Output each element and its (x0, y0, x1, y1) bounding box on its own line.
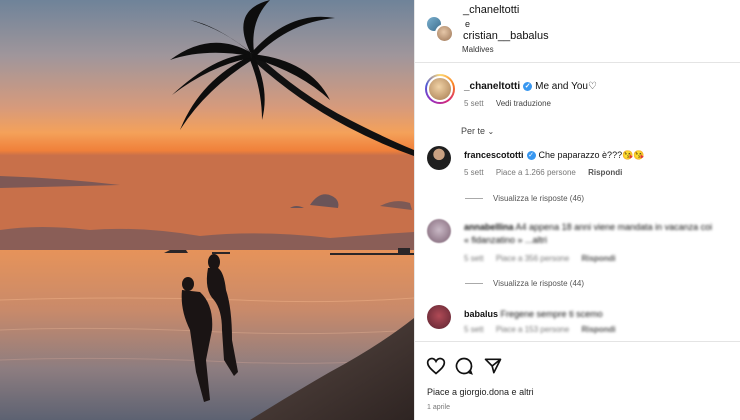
view-replies-button[interactable]: Visualizza le risposte (46) (465, 194, 584, 203)
comment-sort-dropdown[interactable]: Per te ⌄ (461, 126, 494, 136)
view-replies-button[interactable]: Visualizza le risposte (44) (465, 279, 584, 288)
comment-3-meta: 5 sett Piace a 153 persone Rispondi (464, 325, 626, 334)
verified-badge-icon: ✓ (523, 81, 533, 91)
heart-icon[interactable] (426, 356, 446, 376)
post-header: _chaneltotti e cristian__babalus Maldive… (415, 0, 740, 63)
comment-text: Fregene sempre ti scemo (500, 309, 603, 319)
comment-3: babalus Fregene sempre ti scemo (464, 309, 603, 319)
caption-username[interactable]: _chaneltotti (464, 81, 520, 92)
reply-button[interactable]: Rispondi (581, 254, 615, 263)
caption-text: Me and You♡ (535, 81, 597, 92)
comment-likes-link[interactable]: Piace a 1.266 persone (496, 168, 576, 177)
caption-avatar[interactable] (425, 74, 455, 104)
reply-button[interactable]: Rispondi (588, 168, 622, 177)
comment-2-meta: 5 sett Piace a 356 persone Rispondi (464, 254, 626, 263)
action-bar: Piace a giorgio.dona e altri 1 aprile (415, 341, 740, 420)
post-photo[interactable] (0, 0, 414, 420)
caption: _chaneltotti ✓ Me and You♡ (464, 81, 597, 92)
comment-time: 5 sett (464, 325, 484, 334)
location-link[interactable]: Maldives (462, 45, 494, 54)
likes-summary[interactable]: Piace a giorgio.dona e altri (427, 387, 534, 397)
comment-likes-link[interactable]: Piace a 356 persone (496, 254, 569, 263)
comment-1: francescototti ✓ Che paparazzo è???😘😘 (464, 150, 645, 161)
reply-button[interactable]: Rispondi (581, 325, 615, 334)
comment-icon[interactable] (454, 356, 474, 376)
collab-avatars[interactable] (425, 15, 455, 45)
comment-2: annabellina A4 appena 18 anni viene mand… (464, 222, 712, 232)
header-conjunction: e (465, 19, 471, 29)
comment-time: 5 sett (464, 254, 484, 263)
share-icon[interactable] (483, 356, 503, 376)
see-translation-link[interactable]: Vedi traduzione (496, 99, 551, 108)
header-username-2[interactable]: cristian__babalus (463, 30, 549, 42)
avatar[interactable] (427, 146, 451, 170)
header-username-1[interactable]: _chaneltotti (463, 4, 519, 16)
caption-time: 5 sett (464, 99, 484, 108)
comment-username[interactable]: babalus (464, 309, 498, 319)
comment-text: Che paparazzo è???😘😘 (538, 150, 645, 160)
chevron-down-icon: ⌄ (487, 127, 495, 136)
comment-username[interactable]: annabellina (464, 222, 514, 232)
comment-time: 5 sett (464, 168, 484, 177)
comment-1-meta: 5 sett Piace a 1.266 persone Rispondi (464, 168, 632, 177)
comment-username[interactable]: francescototti (464, 150, 524, 160)
sunset-beach-photo (0, 0, 414, 420)
avatar[interactable] (435, 24, 454, 43)
comment-text: A4 appena 18 anni viene mandata in vacan… (515, 222, 713, 232)
avatar[interactable] (427, 305, 451, 329)
post-date: 1 aprile (427, 404, 450, 411)
post-side-panel: _chaneltotti e cristian__babalus Maldive… (414, 0, 740, 420)
verified-badge-icon: ✓ (526, 151, 536, 161)
sort-label: Per te (461, 126, 486, 136)
comment-likes-link[interactable]: Piace a 153 persone (496, 325, 569, 334)
comment-2-line-2: « fidanzatino » ...altri (464, 235, 548, 245)
avatar[interactable] (427, 219, 451, 243)
caption-meta: 5 sett Vedi traduzione (464, 99, 561, 108)
